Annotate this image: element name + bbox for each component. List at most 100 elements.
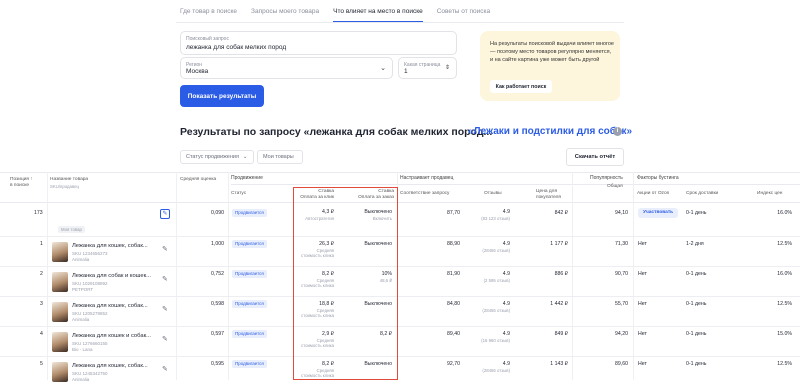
- col-price[interactable]: Цена для покупателя: [536, 189, 561, 201]
- edit-icon[interactable]: ✎: [162, 335, 168, 343]
- col-status[interactable]: Статус: [231, 191, 246, 197]
- row-relevance: 84,80: [447, 301, 460, 307]
- status-badge: Продвигается: [232, 209, 267, 217]
- row-promo: Нет: [638, 241, 647, 247]
- col-popularity-total[interactable]: Общая: [607, 184, 623, 190]
- how-search-works-button[interactable]: Как работает поиск: [490, 80, 552, 93]
- row-rate: 1,000: [211, 241, 224, 247]
- tab-divider: [176, 22, 624, 23]
- col-position[interactable]: Позиция ↑ в поиске: [10, 177, 33, 189]
- results-category-link[interactable]: «Лежаки и подстилки для собак»: [468, 126, 632, 137]
- col-relevance[interactable]: Соответствие запросу: [400, 191, 449, 197]
- info-text: На результаты поисковой выдачи влияет мн…: [490, 41, 614, 63]
- tab-where-in-search[interactable]: Где товар в поиске: [180, 8, 237, 22]
- region-select[interactable]: Регион Москва ⌄: [180, 57, 393, 79]
- row-position: 5: [40, 361, 43, 367]
- row-rate: 0,595: [211, 361, 224, 367]
- row-reviews-sub: (16 960 отзыв): [481, 338, 510, 343]
- row-index: 15.0%: [777, 331, 792, 337]
- col-price-index[interactable]: Индекс цен: [757, 191, 782, 197]
- table-row[interactable]: 4 Лежанка для кошек и собак... SKU 12766…: [0, 326, 800, 356]
- row-popularity: 90,70: [615, 271, 628, 277]
- edit-icon[interactable]: ✎: [162, 245, 168, 253]
- participate-button[interactable]: Участвовать: [638, 208, 679, 218]
- tab-search-tips[interactable]: Советы от поиска: [437, 8, 490, 22]
- edit-icon[interactable]: ✎: [160, 209, 170, 219]
- row-reviews: 4.9: [502, 301, 510, 307]
- table-row[interactable]: 1 Лежанка для кошек, собак... SKU 123465…: [0, 236, 800, 266]
- edit-icon[interactable]: ✎: [162, 305, 168, 313]
- row-delivery: 1-2 дня: [686, 241, 704, 247]
- product-seller: Bio - Lana: [72, 347, 93, 352]
- show-results-button[interactable]: Показать результаты: [180, 85, 264, 107]
- query-field[interactable]: Поисковый запрос лежанка для собак мелки…: [180, 31, 457, 55]
- product-name[interactable]: Лежанка для кошек, собак...: [72, 363, 148, 369]
- product-image[interactable]: [52, 362, 68, 382]
- row-delivery: 0-1 день: [686, 361, 707, 367]
- status-badge: Продвигается: [232, 270, 267, 278]
- stepper-arrows-icon[interactable]: ⇕: [445, 64, 450, 71]
- row-popularity: 89,60: [615, 361, 628, 367]
- row-price: 886 ₽: [554, 271, 568, 277]
- col-name[interactable]: Название товара: [50, 177, 88, 183]
- product-name[interactable]: Лежанка для кошек, собак...: [72, 303, 148, 309]
- status-badge: Продвигается: [232, 330, 267, 338]
- table-row[interactable]: 5 Лежанка для кошек, собак... SKU 124534…: [0, 356, 800, 386]
- row-relevance: 89,40: [447, 331, 460, 337]
- row-reviews-sub: (83 123 отзыв): [481, 216, 510, 221]
- row-reviews: 4.9: [502, 361, 510, 367]
- info-icon[interactable]: i: [613, 127, 622, 136]
- col-reviews[interactable]: Отзывы: [484, 191, 502, 197]
- results-table: Продвижение Настраивает продавец Популяр…: [0, 172, 800, 382]
- page-label: Какая страница: [404, 62, 441, 68]
- product-seller: Animalia: [72, 257, 90, 262]
- col-avg-rate[interactable]: Средняя оценка: [180, 177, 216, 183]
- group-popularity: Популярность: [590, 175, 623, 181]
- tab-bar: Где товар в поиске Запросы моего товара …: [180, 8, 504, 22]
- download-report-button[interactable]: Скачать отчёт: [566, 148, 624, 166]
- row-relevance: 88,90: [447, 241, 460, 247]
- col-ozon-promo[interactable]: Акции от Ozon: [637, 191, 669, 197]
- tab-my-product-queries[interactable]: Запросы моего товара: [251, 8, 319, 22]
- page-stepper[interactable]: Какая страница 1 ⇕: [398, 57, 457, 79]
- row-price: 1 442 ₽: [550, 301, 568, 307]
- row-index: 12.5%: [777, 301, 792, 307]
- group-boost: Факторы бустинга: [637, 175, 679, 181]
- col-name-sub: SKU/продавец: [50, 184, 80, 189]
- group-settings: Настраивает продавец: [400, 175, 454, 181]
- row-popularity: 94,20: [615, 331, 628, 337]
- row-rate: 0,598: [211, 301, 224, 307]
- col-delivery[interactable]: Срок доставки: [686, 191, 718, 197]
- row-rate: 0,090: [211, 210, 224, 216]
- row-index: 12.5%: [777, 361, 792, 367]
- edit-icon[interactable]: ✎: [162, 275, 168, 283]
- row-popularity: 55,70: [615, 301, 628, 307]
- row-relevance: 87,70: [447, 210, 460, 216]
- product-sku: SKU 1234656273: [72, 251, 108, 256]
- table-row[interactable]: 173 Моя товар ✎ 0,090 Продвигается 4,3 ₽…: [0, 204, 800, 239]
- query-input[interactable]: лежанка для собак мелких пород: [186, 44, 286, 51]
- row-rate: 0,597: [211, 331, 224, 337]
- product-image[interactable]: [52, 332, 68, 352]
- row-reviews-sub: (28456 отзыв): [482, 248, 510, 253]
- row-promo: Нет: [638, 301, 647, 307]
- query-label: Поисковый запрос: [186, 36, 229, 42]
- product-name[interactable]: Лежанка для кошек и собак...: [72, 333, 151, 339]
- row-reviews-sub: (28456 отзыв): [482, 308, 510, 313]
- row-reviews: 4.9: [502, 271, 510, 277]
- tab-what-affects-place[interactable]: Что влияет на место в поиске: [333, 8, 423, 22]
- row-delivery: 0-1 день: [686, 301, 707, 307]
- product-image[interactable]: [52, 272, 68, 292]
- table-row[interactable]: 3 Лежанка для кошек, собак... SKU 120527…: [0, 296, 800, 326]
- product-image[interactable]: [52, 242, 68, 262]
- results-title: Результаты по запросу «лежанка для собак…: [180, 126, 493, 138]
- product-sku: SKU 1029108892: [72, 281, 108, 286]
- product-name[interactable]: Лежанка для собак и кошек...: [72, 273, 151, 279]
- product-sku: SKU 1205279852: [72, 311, 108, 316]
- product-name[interactable]: Лежанка для кошек, собак...: [72, 243, 148, 249]
- edit-icon[interactable]: ✎: [162, 365, 168, 373]
- status-filter[interactable]: Статус продвижения ⌄: [180, 150, 254, 164]
- my-products-filter[interactable]: Мои товары: [257, 150, 303, 164]
- product-image[interactable]: [52, 302, 68, 322]
- table-row[interactable]: 2 Лежанка для собак и кошек... SKU 10291…: [0, 266, 800, 296]
